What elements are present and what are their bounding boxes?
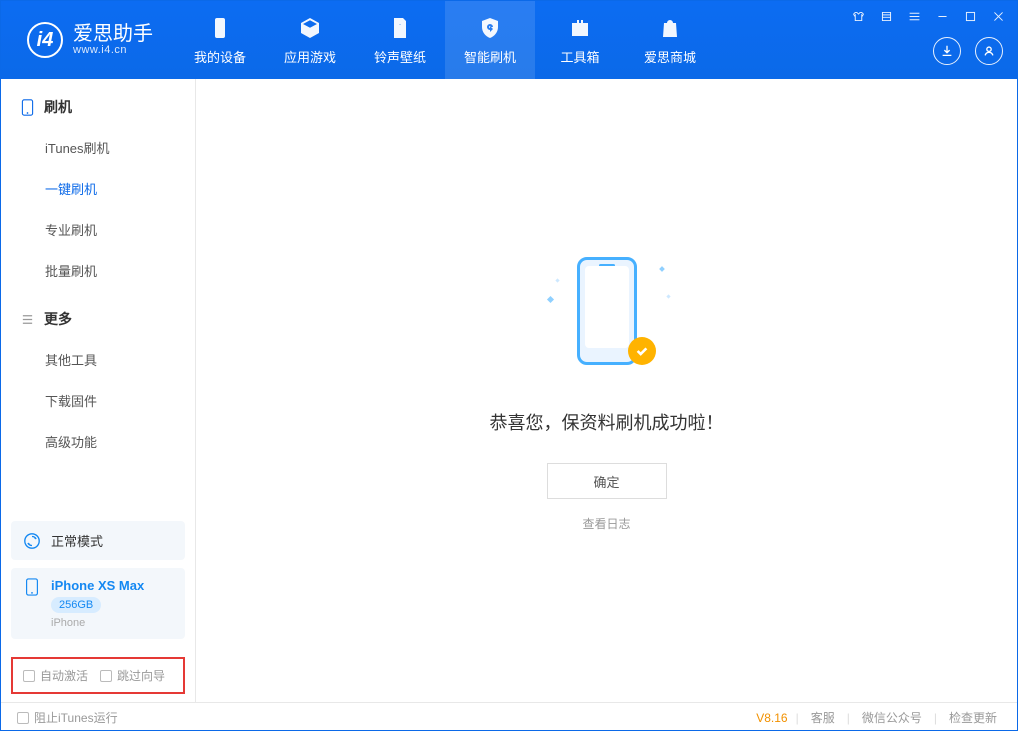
tab-my-device[interactable]: 我的设备	[175, 1, 265, 79]
version-label: V8.16	[756, 711, 787, 725]
device-card[interactable]: iPhone XS Max 256GB iPhone	[11, 568, 185, 639]
tab-toolbox[interactable]: 工具箱	[535, 1, 625, 79]
device-storage: 256GB	[51, 597, 101, 613]
toolbox-icon	[567, 15, 593, 41]
flash-options: 自动激活 跳过向导	[11, 657, 185, 694]
phone-icon	[23, 578, 41, 596]
title-bar: i4 爱思助手 www.i4.cn 我的设备 应用游戏 铃声壁纸 智能刷机 工具…	[1, 1, 1017, 79]
tab-smart-flash[interactable]: 智能刷机	[445, 1, 535, 79]
cube-icon	[297, 15, 323, 41]
device-icon	[207, 15, 233, 41]
check-badge-icon	[628, 337, 656, 365]
menu-icon[interactable]	[905, 7, 923, 25]
header-actions	[933, 37, 1003, 65]
minimize-button[interactable]	[933, 7, 951, 25]
checkbox-label: 阻止iTunes运行	[34, 709, 118, 726]
close-button[interactable]	[989, 7, 1007, 25]
section-title: 刷机	[44, 97, 72, 117]
tab-label: 铃声壁纸	[374, 47, 426, 66]
check-update-link[interactable]: 检查更新	[945, 709, 1001, 726]
app-logo: i4 爱思助手 www.i4.cn	[1, 22, 175, 58]
sidebar-item-other-tools[interactable]: 其他工具	[1, 339, 195, 380]
device-type: iPhone	[51, 617, 144, 629]
main-panel: 恭喜您，保资料刷机成功啦！ 确定 查看日志	[196, 79, 1017, 702]
status-bar: 阻止iTunes运行 V8.16 | 客服 | 微信公众号 | 检查更新	[1, 702, 1017, 732]
main-tabs: 我的设备 应用游戏 铃声壁纸 智能刷机 工具箱 爱思商城	[175, 1, 715, 79]
tab-apps-games[interactable]: 应用游戏	[265, 1, 355, 79]
section-title: 更多	[44, 309, 72, 329]
refresh-icon	[23, 532, 41, 550]
device-name: iPhone XS Max	[51, 578, 144, 593]
checkbox-icon	[100, 670, 112, 682]
checkbox-label: 自动激活	[40, 667, 88, 684]
checkbox-icon	[17, 712, 29, 724]
logo-icon: i4	[27, 22, 63, 58]
maximize-button[interactable]	[961, 7, 979, 25]
checkbox-auto-activate[interactable]: 自动激活	[23, 667, 88, 684]
view-log-link[interactable]: 查看日志	[582, 515, 630, 532]
checkbox-icon	[23, 670, 35, 682]
checkbox-label: 跳过向导	[117, 667, 165, 684]
sidebar-item-download-firmware[interactable]: 下载固件	[1, 380, 195, 421]
sidebar: 刷机 iTunes刷机 一键刷机 专业刷机 批量刷机 更多 其他工具 下载固件 …	[1, 79, 196, 702]
download-button[interactable]	[933, 37, 961, 65]
shirt-icon[interactable]	[849, 7, 867, 25]
list-icon	[21, 311, 34, 328]
success-message: 恭喜您，保资料刷机成功啦！	[490, 409, 724, 435]
music-file-icon	[387, 15, 413, 41]
device-mode-card[interactable]: 正常模式	[11, 521, 185, 560]
app-title: 爱思助手	[73, 24, 153, 44]
tab-ringtone-wallpaper[interactable]: 铃声壁纸	[355, 1, 445, 79]
app-url: www.i4.cn	[73, 44, 153, 56]
shield-refresh-icon	[477, 15, 503, 41]
tab-label: 工具箱	[560, 47, 599, 66]
sidebar-item-batch-flash[interactable]: 批量刷机	[1, 250, 195, 291]
checkbox-skip-wizard[interactable]: 跳过向导	[100, 667, 165, 684]
sidebar-item-itunes-flash[interactable]: iTunes刷机	[1, 127, 195, 168]
device-mode-label: 正常模式	[51, 531, 103, 550]
checkbox-block-itunes[interactable]: 阻止iTunes运行	[17, 709, 118, 726]
window-controls	[849, 7, 1007, 25]
sidebar-header-flash: 刷机	[1, 93, 195, 127]
bag-icon	[657, 15, 683, 41]
tab-label: 智能刷机	[464, 47, 516, 66]
tab-label: 我的设备	[194, 47, 246, 66]
support-link[interactable]: 客服	[807, 709, 839, 726]
tab-store[interactable]: 爱思商城	[625, 1, 715, 79]
list-icon[interactable]	[877, 7, 895, 25]
tab-label: 应用游戏	[284, 47, 336, 66]
tab-label: 爱思商城	[644, 47, 696, 66]
wechat-link[interactable]: 微信公众号	[858, 709, 926, 726]
ok-button[interactable]: 确定	[547, 463, 667, 499]
user-button[interactable]	[975, 37, 1003, 65]
sidebar-header-more: 更多	[1, 305, 195, 339]
phone-icon	[21, 99, 34, 116]
sidebar-item-advanced[interactable]: 高级功能	[1, 421, 195, 462]
sidebar-item-oneclick-flash[interactable]: 一键刷机	[1, 168, 195, 209]
sidebar-item-pro-flash[interactable]: 专业刷机	[1, 209, 195, 250]
success-illustration	[542, 249, 672, 379]
